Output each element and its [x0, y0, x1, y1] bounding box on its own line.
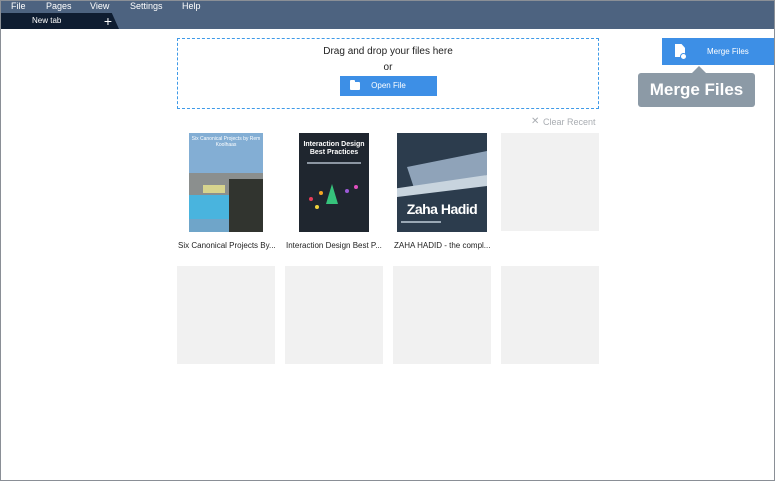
menu-pages[interactable]: Pages	[46, 1, 72, 12]
recent-file-placeholder	[285, 266, 383, 364]
merge-files-button[interactable]: Merge Files	[662, 38, 774, 65]
merge-badge-icon	[680, 53, 687, 60]
book-cover-zaha-hadid[interactable]: Zaha Hadid	[397, 133, 487, 232]
menu-help[interactable]: Help	[182, 1, 201, 12]
file-drop-zone[interactable]: Drag and drop your files here or Open Fi…	[177, 38, 599, 109]
open-file-button[interactable]: Open File	[340, 76, 437, 96]
menu-settings[interactable]: Settings	[130, 1, 163, 12]
menu-file[interactable]: File	[11, 1, 26, 12]
book-cover-interaction-design[interactable]: Interaction Design Best Practices	[299, 133, 369, 232]
recent-file-caption-2[interactable]: Interaction Design Best P...	[286, 241, 386, 250]
book-cover-six-canonical[interactable]: Six Canonical Projects by Rem Koolhaas	[189, 133, 263, 232]
cover-title: Six Canonical Projects by Rem Koolhaas	[191, 136, 261, 148]
menu-bar: File Pages View Settings Help	[0, 0, 775, 13]
recent-file-caption-1[interactable]: Six Canonical Projects By...	[178, 241, 278, 250]
recent-file-placeholder	[177, 266, 275, 364]
recent-file-placeholder	[501, 133, 599, 231]
close-icon: ✕	[531, 116, 540, 127]
folder-icon	[350, 80, 360, 90]
cover-title: Zaha Hadid	[406, 201, 478, 217]
title-bar: File Pages View Settings Help New tab +	[0, 0, 775, 29]
open-file-label: Open File	[371, 81, 406, 90]
recent-file-placeholder	[393, 266, 491, 364]
add-tab-button[interactable]: +	[101, 13, 115, 29]
cover-title: Interaction Design Best Practices	[303, 141, 365, 156]
merge-files-tooltip: Merge Files	[638, 66, 755, 107]
menu-view[interactable]: View	[90, 1, 109, 12]
drop-prompt: Drag and drop your files here	[323, 46, 453, 57]
recent-file-caption-3[interactable]: ZAHA HADID - the compl...	[394, 241, 494, 250]
drop-or-text: or	[383, 62, 393, 73]
tab-new-tab[interactable]: New tab	[0, 13, 95, 29]
clear-recent-label: Clear Recent	[543, 117, 596, 127]
merge-files-label: Merge Files	[707, 47, 749, 56]
recent-file-placeholder	[501, 266, 599, 364]
clear-recent-button[interactable]: ✕ Clear Recent	[531, 116, 599, 128]
